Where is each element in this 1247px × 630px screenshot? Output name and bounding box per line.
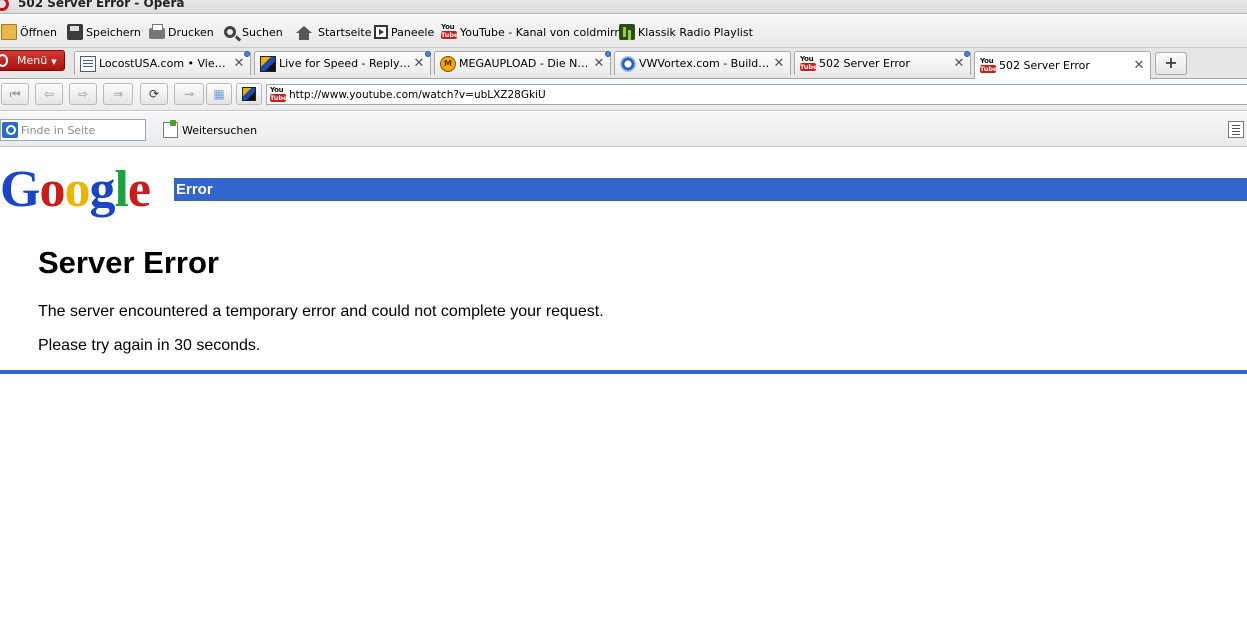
- tab-live-for-speed[interactable]: Live for Speed - Reply to... ✕: [254, 51, 431, 75]
- fast-forward-icon: ⇒: [112, 87, 124, 101]
- back-arrow-icon: ⇦: [43, 87, 55, 101]
- radio-icon: [619, 24, 635, 40]
- opera-logo-icon: [0, 0, 9, 11]
- find-bar: Finde in Seite Weitersuchen: [0, 112, 1247, 147]
- chevron-down-icon: ▼: [51, 58, 57, 66]
- tab-title: 502 Server Error: [819, 57, 910, 70]
- error-header-bar: Error: [174, 178, 1247, 201]
- page-content: Google Error Server Error The server enc…: [0, 148, 1247, 630]
- find-placeholder: Finde in Seite: [21, 123, 96, 137]
- title-bar: 502 Server Error - Opera: [0, 0, 1247, 14]
- plus-icon: +: [1164, 53, 1178, 72]
- close-icon[interactable]: ✕: [771, 56, 787, 71]
- tab-502-server-error-active[interactable]: You Tube 502 Server Error ✕: [974, 51, 1151, 79]
- forward-arrow-icon: ⇨: [77, 87, 89, 101]
- search-icon: [2, 122, 18, 138]
- rewind-button[interactable]: ⏮: [1, 83, 29, 105]
- bookmark-label: Paneele: [391, 25, 435, 39]
- bookmarks-toolbar: Öffnen Speichern Drucken Suchen Startsei…: [0, 15, 1247, 48]
- tab-megaupload[interactable]: M MEGAUPLOAD - Die Nr. ... ✕: [434, 51, 611, 75]
- back-button[interactable]: ⇦: [35, 83, 63, 105]
- tab-activity-dot: [425, 51, 431, 57]
- bookmark-panels[interactable]: Paneele: [374, 23, 434, 41]
- new-tab-button[interactable]: +: [1155, 52, 1187, 75]
- tab-activity-dot: [244, 51, 250, 57]
- window-title: 502 Server Error - Opera: [18, 0, 185, 10]
- vwvortex-icon: [620, 55, 636, 72]
- megaupload-icon: M: [440, 55, 456, 72]
- fast-forward-button[interactable]: ⇒: [103, 83, 133, 105]
- tab-title: Live for Speed - Reply to...: [279, 57, 411, 70]
- folder-icon: [1, 24, 17, 40]
- opera-menu-button[interactable]: Menü ▼: [0, 50, 65, 71]
- bookmark-klassik-radio[interactable]: Klassik Radio Playlist: [619, 23, 753, 41]
- forward-button[interactable]: ⇨: [69, 83, 97, 105]
- opera-logo-icon: [0, 54, 8, 67]
- bookmark-youtube-coldmirror[interactable]: You Tube YouTube - Kanal von coldmirror: [441, 23, 630, 41]
- rewind-icon: ⏮: [9, 87, 21, 101]
- bookmark-save[interactable]: Speichern: [67, 23, 141, 41]
- tab-title: LocostUSA.com • View t...: [99, 57, 231, 70]
- close-icon[interactable]: ✕: [951, 56, 967, 71]
- document-icon: [80, 55, 96, 72]
- bookmark-label: Speichern: [86, 25, 141, 39]
- bookmark-label: Suchen: [242, 25, 283, 39]
- lfs-icon: [260, 55, 276, 72]
- reload-icon: ⟳: [148, 87, 160, 101]
- home-icon: [296, 25, 312, 40]
- youtube-icon: You Tube: [270, 85, 288, 103]
- print-icon: [149, 23, 165, 39]
- reload-button[interactable]: ⟳: [140, 83, 168, 105]
- tab-activity-dot: [964, 51, 970, 57]
- close-icon[interactable]: ✕: [1131, 58, 1147, 73]
- bookmark-label: Öffnen: [20, 25, 57, 39]
- find-next-button[interactable]: Weitersuchen: [163, 120, 258, 139]
- tab-activity-dot: [605, 51, 611, 57]
- youtube-icon: You Tube: [441, 23, 459, 40]
- error-message: The server encountered a temporary error…: [38, 303, 604, 320]
- navigation-bar: ⏮ ⇦ ⇨ ⇒ ⟳ ⊸ ▦ You Tube http://www.youtube…: [0, 80, 1247, 111]
- notes-icon[interactable]: [1228, 121, 1244, 138]
- retry-message: Please try again in 30 seconds.: [38, 337, 261, 354]
- tab-bar: Menü ▼ LocostUSA.com • View t... ✕ Live f…: [0, 48, 1247, 79]
- tab-vwvortex[interactable]: VWVortex.com - Build: R... ✕: [614, 51, 791, 75]
- bookmark-label: Startseite: [318, 25, 372, 39]
- tab-title: 502 Server Error: [999, 59, 1090, 72]
- site-icon-button[interactable]: [236, 83, 262, 105]
- find-next-icon: [163, 120, 178, 138]
- bookmark-home[interactable]: Startseite: [296, 23, 372, 41]
- close-icon[interactable]: ✕: [231, 56, 247, 71]
- security-key-button[interactable]: ⊸: [174, 83, 204, 105]
- tab-502-server-error[interactable]: You Tube 502 Server Error ✕: [794, 51, 971, 75]
- address-bar[interactable]: You Tube http://www.youtube.com/watch?v=u…: [266, 84, 1247, 105]
- tab-title: MEGAUPLOAD - Die Nr. ...: [459, 57, 591, 70]
- search-icon: [224, 26, 236, 38]
- youtube-icon: You Tube: [980, 56, 998, 74]
- bookmark-print[interactable]: Drucken: [149, 23, 214, 41]
- find-in-page-input[interactable]: Finde in Seite: [0, 119, 146, 141]
- find-next-label: Weitersuchen: [182, 123, 258, 137]
- panels-icon: [374, 25, 388, 39]
- key-icon: ⊸: [183, 87, 195, 101]
- tab-title: VWVortex.com - Build: R...: [639, 57, 771, 70]
- map-icon: ▦: [213, 87, 225, 101]
- speed-dial-button[interactable]: ▦: [206, 83, 232, 105]
- page-title: Server Error: [38, 245, 219, 280]
- menu-label: Menü: [17, 54, 48, 67]
- bookmark-label: Drucken: [168, 25, 214, 39]
- close-icon[interactable]: ✕: [591, 56, 607, 71]
- google-logo: Google: [0, 161, 151, 218]
- bookmark-label: Klassik Radio Playlist: [638, 25, 753, 39]
- save-icon: [67, 24, 83, 40]
- youtube-icon: You Tube: [800, 54, 818, 72]
- lfs-icon: [242, 87, 256, 101]
- bookmark-label: YouTube - Kanal von coldmirror: [460, 25, 630, 39]
- bookmark-open[interactable]: Öffnen: [1, 23, 57, 41]
- footer-divider: [0, 370, 1247, 374]
- close-icon[interactable]: ✕: [411, 56, 427, 71]
- tab-locostusa[interactable]: LocostUSA.com • View t... ✕: [74, 51, 251, 75]
- address-url[interactable]: http://www.youtube.com/watch?v=ubLXZ28Gk…: [286, 89, 546, 101]
- bookmark-search[interactable]: Suchen: [224, 23, 283, 41]
